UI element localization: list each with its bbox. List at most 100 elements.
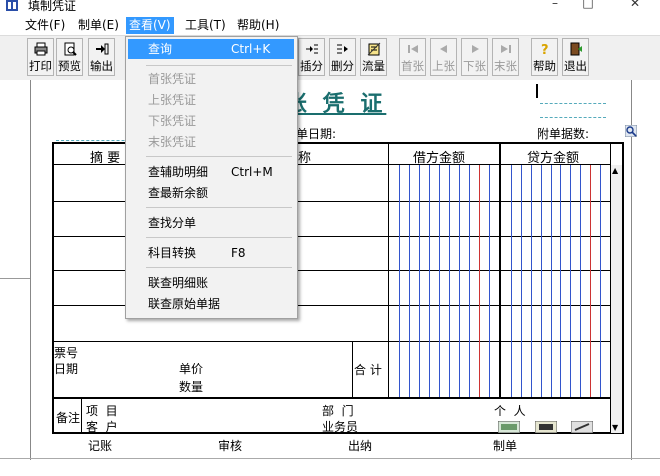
close-icon[interactable]: ✕	[620, 0, 650, 12]
voucher-type-field[interactable]	[540, 103, 606, 104]
scrollbar[interactable]	[611, 165, 622, 433]
amount-digit-divider	[399, 165, 400, 397]
audit-label: 审核	[218, 439, 243, 453]
card-icon[interactable]	[497, 420, 521, 434]
insert-row-icon	[305, 42, 319, 56]
menu-item-find-split[interactable]: 查找分单	[128, 213, 294, 233]
divider	[540, 117, 606, 118]
minimize-icon[interactable]: –	[540, 0, 570, 12]
preview-button[interactable]: 预览	[56, 38, 83, 76]
menu-item-latest-balance[interactable]: 查最新余额	[128, 183, 294, 203]
divider	[53, 397, 611, 399]
printer-icon	[34, 42, 48, 56]
menu-separator	[146, 207, 292, 208]
app-icon	[6, 0, 18, 11]
menu-item-linked-detail[interactable]: 联查明细账	[128, 273, 294, 293]
divider	[0, 278, 30, 279]
delete-split-button[interactable]: 删分	[329, 38, 356, 76]
cashier-label: 出纳	[348, 439, 373, 453]
exit-door-icon	[569, 42, 583, 56]
insert-split-button[interactable]: 插分	[298, 38, 325, 76]
divider	[352, 341, 353, 397]
maker-label: 制单	[493, 439, 518, 453]
menu-file[interactable]: 文件(F)	[22, 17, 68, 34]
menu-view[interactable]: 查看(V)	[126, 17, 174, 34]
amount-digit-divider	[479, 165, 480, 397]
menu-help[interactable]: 帮助(H)	[234, 17, 282, 34]
bookkeeping-label: 记账	[88, 439, 113, 453]
amount-digit-divider	[489, 165, 490, 397]
edit-icon[interactable]	[570, 420, 594, 434]
amount-digit-divider	[449, 165, 450, 397]
summary-column-header: 摘 要	[90, 151, 121, 166]
person-label: 个 人	[494, 404, 526, 418]
menu-tools[interactable]: 工具(T)	[182, 17, 229, 34]
voucher-title: 账 凭 证	[285, 91, 387, 117]
attach-count-label: 附单据数:	[537, 127, 590, 141]
menu-separator	[146, 267, 292, 268]
last-icon	[499, 42, 513, 56]
menu-item-query[interactable]: 查询 Ctrl+K	[128, 39, 294, 59]
text-cursor	[536, 84, 538, 98]
ticket-no-label: 票号	[54, 346, 79, 360]
search-icon[interactable]	[624, 124, 638, 138]
delete-row-icon	[336, 42, 350, 56]
credit-column-header: 贷方金额	[527, 151, 580, 166]
menu-item-first-voucher[interactable]: 首张凭证	[128, 69, 294, 89]
remark-label: 备注	[56, 411, 81, 425]
menu-separator	[146, 237, 292, 238]
amount-digit-divider	[409, 165, 410, 397]
output-button[interactable]: 输出	[88, 38, 115, 76]
print-button[interactable]: 打印	[27, 38, 54, 76]
exit-button[interactable]: 退出	[562, 38, 589, 76]
amount-digit-divider	[521, 165, 522, 397]
output-icon	[95, 42, 109, 56]
help-icon: ?	[538, 42, 552, 58]
amount-digit-divider	[580, 165, 581, 397]
title-bar: 填制凭证 – □ ✕	[0, 0, 660, 15]
amount-digit-divider	[590, 165, 591, 397]
menu-item-prev-voucher[interactable]: 上张凭证	[128, 90, 294, 110]
scroll-down-icon[interactable]: ▼	[612, 423, 618, 432]
amount-digit-divider	[459, 165, 460, 397]
amount-digit-divider	[560, 165, 561, 397]
menu-separator	[146, 65, 292, 66]
date-field-label: 日期	[54, 362, 79, 376]
amount-digit-divider	[551, 165, 552, 397]
preview-icon	[63, 42, 77, 56]
first-icon	[406, 42, 420, 56]
debit-amount-column	[389, 165, 499, 397]
next-voucher-button[interactable]: 下张	[461, 38, 488, 76]
menu-item-linked-original[interactable]: 联查原始单据	[128, 294, 294, 314]
amount-digit-divider	[541, 165, 542, 397]
amount-digit-divider	[419, 165, 420, 397]
menu-item-subject-convert[interactable]: 科目转换 F8	[128, 243, 294, 263]
help-button[interactable]: ? 帮助	[531, 38, 558, 76]
amount-digit-divider	[570, 165, 571, 397]
prev-voucher-button[interactable]: 上张	[430, 38, 457, 76]
svg-text:?: ?	[541, 43, 549, 56]
maximize-icon[interactable]: □	[573, 0, 603, 12]
department-label: 部 门	[322, 404, 354, 418]
last-voucher-button[interactable]: 末张	[492, 38, 519, 76]
credit-amount-column	[501, 165, 610, 397]
flow-button[interactable]: 流量	[360, 38, 387, 76]
scroll-up-icon[interactable]: ▲	[612, 166, 618, 175]
menu-item-next-voucher[interactable]: 下张凭证	[128, 111, 294, 131]
quantity-label: 数量	[179, 380, 204, 394]
list-icon[interactable]	[534, 420, 558, 434]
menu-item-last-voucher[interactable]: 末张凭证	[128, 132, 294, 152]
first-voucher-button[interactable]: 首张	[399, 38, 426, 76]
amount-digit-divider	[439, 165, 440, 397]
next-icon	[468, 42, 482, 56]
menu-edit[interactable]: 制单(E)	[75, 17, 122, 34]
flow-icon	[367, 42, 381, 56]
amount-digit-divider	[600, 165, 601, 397]
divider	[0, 458, 660, 459]
debit-column-header: 借方金额	[413, 151, 466, 166]
menu-item-aux-detail[interactable]: 查辅助明细 Ctrl+M	[128, 162, 294, 182]
project-label: 项 目	[86, 404, 118, 418]
menu-separator	[146, 156, 292, 157]
account-column-header: 称	[298, 151, 312, 166]
unit-price-label: 单价	[179, 362, 204, 376]
